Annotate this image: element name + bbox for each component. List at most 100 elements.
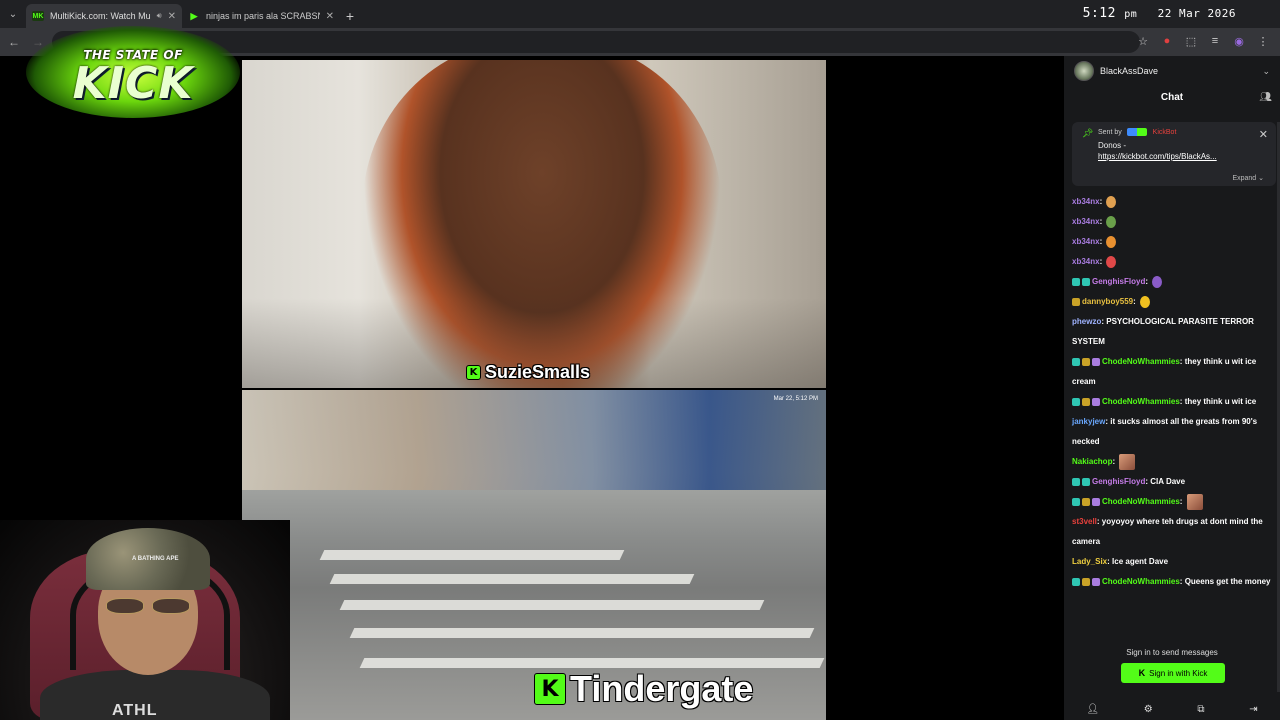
emote-icon <box>1119 453 1136 470</box>
speaker-icon[interactable]: 🔊︎ <box>157 11 162 21</box>
emote-icon <box>1106 215 1117 228</box>
emote-icon <box>1152 275 1163 288</box>
logo-big-text: KICK <box>72 58 194 109</box>
back-arrow-icon[interactable]: ← <box>2 30 26 54</box>
chat-message: ChodeNoWhammies: they think u wit ice <box>1072 392 1276 412</box>
sunglasses <box>104 598 192 616</box>
gold-badge-icon <box>1082 497 1090 506</box>
street-buildings <box>242 390 826 490</box>
hat-text: A BATHING APE <box>132 556 179 562</box>
extensions-puzzle-icon[interactable]: ⬚ <box>1182 32 1200 50</box>
expand-label: Expand <box>1232 175 1257 182</box>
toolbar-icons: ☆ ● ⬚ ≡ ◉ ⋮ <box>1134 32 1272 50</box>
chat-message: st3vell: yoyoyoy where teh drugs at dont… <box>1072 512 1276 552</box>
emote-icon <box>1186 493 1203 510</box>
close-icon[interactable]: ✕ <box>1259 128 1268 141</box>
bot-badges-icon <box>1126 128 1147 136</box>
channel-username[interactable]: BlackAssDave <box>1100 66 1256 76</box>
teal-badge-icon <box>1072 497 1080 506</box>
expand-button[interactable]: Expand ⌄ <box>1232 174 1264 182</box>
tab-ninjas[interactable]: ▶ ninjas im paris ala SCRABSNYC ✕ <box>182 4 340 28</box>
profile-avatar-icon[interactable]: ◉ <box>1230 32 1248 50</box>
chat-username[interactable]: xb34nx <box>1072 197 1100 206</box>
kick-logo-icon: K <box>466 365 481 380</box>
chat-username[interactable]: ChodeNoWhammies <box>1102 397 1180 406</box>
chat-message: Nakiachop: <box>1072 452 1276 472</box>
message-separator: : <box>1099 257 1105 266</box>
users-icon[interactable]: 👥︎ <box>1259 92 1272 103</box>
gear-icon[interactable]: ⚙︎ <box>1144 704 1153 715</box>
add-user-icon[interactable]: 👤︎ <box>1086 704 1099 715</box>
signin-label: Sign in with Kick <box>1149 668 1208 678</box>
emote-icon <box>1106 255 1117 268</box>
chat-message: ChodeNoWhammies: Queens get the money <box>1072 572 1276 592</box>
chat-username[interactable]: GenghisFloyd <box>1092 477 1145 486</box>
stream-name-tag-bottom: K Tindergate <box>534 668 753 710</box>
stream-video-suziesmalls[interactable] <box>242 60 826 388</box>
play-icon: ▶ <box>190 10 198 21</box>
signin-button[interactable]: K Sign in with Kick <box>1121 663 1225 683</box>
kick-logo-icon: K <box>1138 668 1146 678</box>
collapse-icon[interactable]: ⇥ <box>1249 704 1257 715</box>
popout-icon[interactable]: ⧉ <box>1197 704 1204 715</box>
chat-username[interactable]: dannyboy559 <box>1082 297 1133 306</box>
bookmark-star-icon[interactable]: ☆ <box>1134 32 1152 50</box>
chat-message: Lady_Six: Ice agent Dave <box>1072 552 1276 572</box>
pinned-sender: Sent by KickBot <box>1098 128 1268 136</box>
purple-badge-icon <box>1092 577 1100 586</box>
pinned-text: Donos - <box>1098 141 1127 150</box>
stream-name: SuzieSmalls <box>485 362 591 382</box>
chat-username[interactable]: ChodeNoWhammies <box>1102 497 1180 506</box>
teal-badge-icon <box>1072 577 1080 586</box>
channel-avatar[interactable] <box>1074 61 1094 81</box>
stream-name: Tindergate <box>570 668 754 709</box>
chat-panel: BlackAssDave ⌄ Chat 👥︎ 📌︎ Sent by KickBo… <box>1064 56 1280 720</box>
pinned-message[interactable]: 📌︎ Sent by KickBot Donos - https://kickb… <box>1072 122 1276 186</box>
stream-name-tag-top: K SuzieSmalls <box>466 362 590 383</box>
chevron-down-icon[interactable]: ⌄ <box>1262 66 1270 77</box>
webcam-feed: ATHL A BATHING APE <box>0 520 290 720</box>
chat-username[interactable]: ChodeNoWhammies <box>1102 357 1180 366</box>
chat-username[interactable]: phewzo <box>1072 317 1101 326</box>
pinned-link[interactable]: https://kickbot.com/tips/BlackAs... <box>1098 152 1248 161</box>
clock-overlay: 5:12 pm 22 Mar 2026 <box>1083 6 1236 21</box>
chat-username[interactable]: Lady_Six <box>1072 557 1107 566</box>
close-tab-icon[interactable]: ✕ <box>326 11 334 22</box>
chat-username[interactable]: GenghisFloyd <box>1092 277 1145 286</box>
chat-username[interactable]: xb34nx <box>1072 217 1100 226</box>
close-tab-icon[interactable]: ✕ <box>168 11 176 22</box>
screen: ⌄ MK MultiKick.com: Watch Multi 🔊︎ ✕ ▶ n… <box>0 0 1280 720</box>
chat-username[interactable]: xb34nx <box>1072 257 1100 266</box>
media-list-icon[interactable]: ≡ <box>1206 32 1224 50</box>
kebab-menu-icon[interactable]: ⋮ <box>1254 32 1272 50</box>
tab-title: ninjas im paris ala SCRABSNYC <box>206 11 320 21</box>
channel-header[interactable]: BlackAssDave ⌄ <box>1064 56 1280 86</box>
teal-badge-icon <box>1072 397 1080 406</box>
pin-icon: 📌︎ <box>1082 128 1094 138</box>
chat-username[interactable]: Nakiachop <box>1072 457 1112 466</box>
browser-tab-bar: ⌄ MK MultiKick.com: Watch Multi 🔊︎ ✕ ▶ n… <box>0 0 1280 28</box>
chat-message: xb34nx: <box>1072 232 1276 252</box>
purple-badge-icon <box>1092 397 1100 406</box>
tab-multikick[interactable]: MK MultiKick.com: Watch Multi 🔊︎ ✕ <box>26 4 182 28</box>
gold-badge-icon <box>1072 297 1080 306</box>
chat-message: xb34nx: <box>1072 192 1276 212</box>
chat-message: xb34nx: <box>1072 252 1276 272</box>
message-separator: : <box>1099 237 1105 246</box>
chat-message: xb34nx: <box>1072 212 1276 232</box>
chat-username[interactable]: jankyjew <box>1072 417 1105 426</box>
shirt-text: ATHL <box>112 702 158 719</box>
chat-username[interactable]: xb34nx <box>1072 237 1100 246</box>
new-tab-button[interactable]: + <box>340 4 360 28</box>
chat-messages: xb34nx: xb34nx: xb34nx: xb34nx: GenghisF… <box>1072 192 1276 592</box>
chat-username[interactable]: ChodeNoWhammies <box>1102 577 1180 586</box>
chat-text: they think u wit ice <box>1184 397 1257 406</box>
teal-badge-icon <box>1072 357 1080 366</box>
clock-time: 5:12 <box>1082 6 1116 21</box>
bot-name: KickBot <box>1152 128 1177 136</box>
chat-text: Queens get the money <box>1184 577 1271 586</box>
tab-search-chevron-icon[interactable]: ⌄ <box>0 0 26 28</box>
chat-username[interactable]: st3vell <box>1072 517 1097 526</box>
extension-record-icon[interactable]: ● <box>1158 32 1176 50</box>
clock-ampm: pm <box>1124 9 1138 20</box>
